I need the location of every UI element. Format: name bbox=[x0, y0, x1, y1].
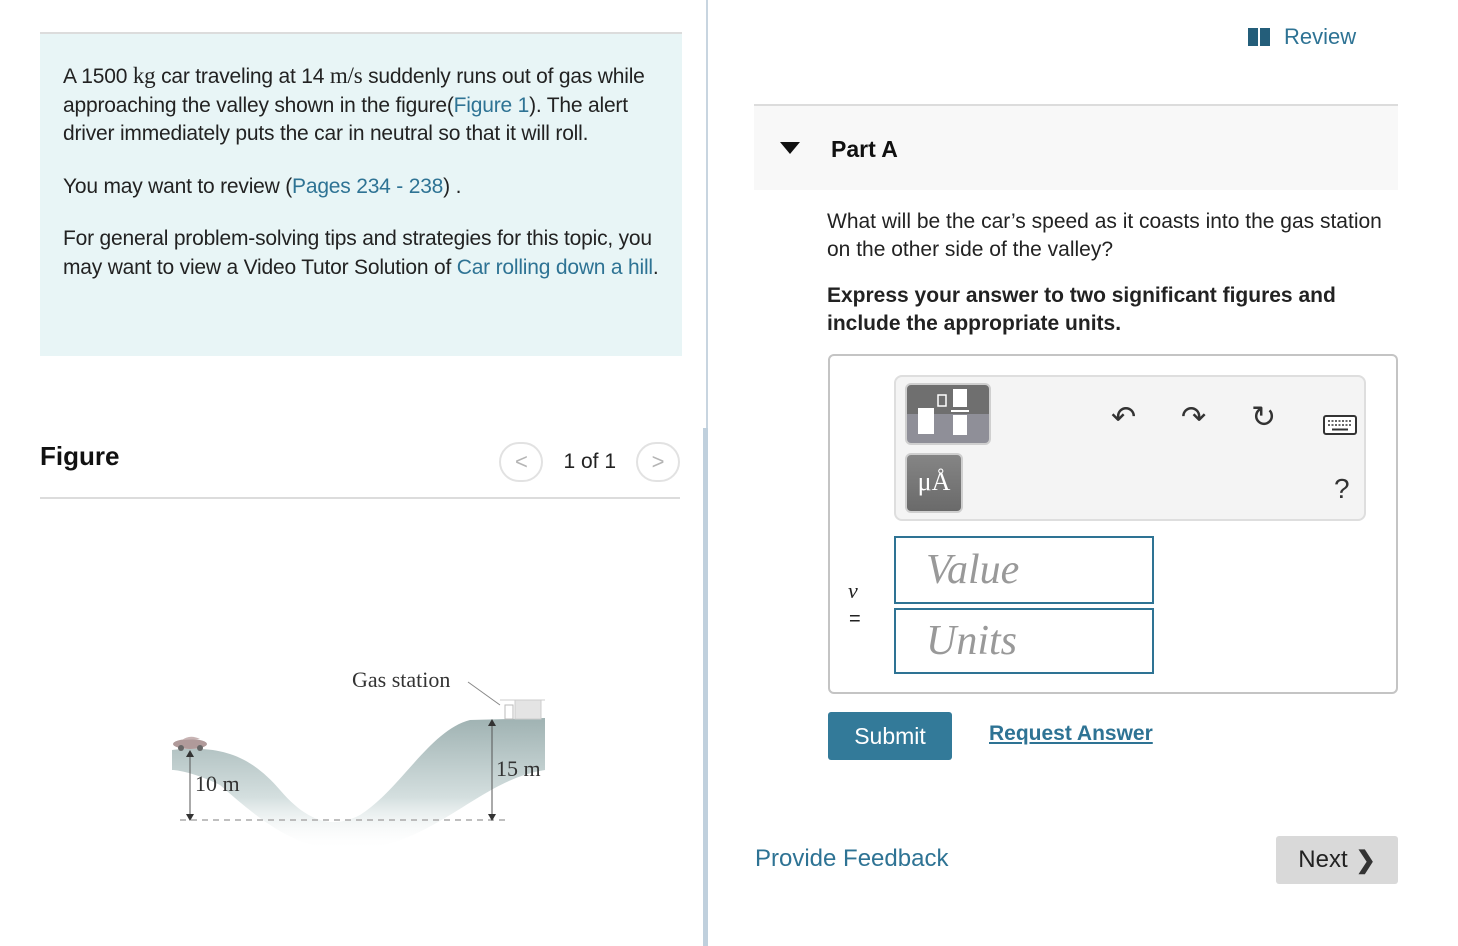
panel-resize-handle[interactable] bbox=[703, 428, 708, 946]
question-text: What will be the car’s speed as it coast… bbox=[827, 210, 1382, 261]
undo-icon[interactable]: ↶ bbox=[1111, 403, 1136, 433]
value-input[interactable] bbox=[894, 536, 1154, 604]
figure-link[interactable]: Figure 1 bbox=[454, 94, 530, 117]
problem-statement: A 1500 kg car traveling at 14 m/s sudden… bbox=[40, 32, 682, 356]
next-figure-button[interactable]: > bbox=[636, 442, 680, 482]
variable-label: v bbox=[848, 578, 858, 603]
figure-title: Figure bbox=[40, 441, 120, 471]
tips-text: For general problem-solving tips and str… bbox=[63, 227, 659, 279]
chevron-left-icon: < bbox=[515, 449, 528, 474]
figure-pager: < 1 of 1 > bbox=[499, 442, 680, 482]
pages-link[interactable]: Pages 234 - 238 bbox=[292, 175, 443, 198]
unit-ms: m/s bbox=[329, 63, 363, 88]
chevron-right-icon: > bbox=[651, 449, 665, 474]
pager-count: 1 of 1 bbox=[563, 450, 616, 473]
instructions-text: Express your answer to two significant f… bbox=[827, 284, 1336, 335]
math-toolbar: μÅ ↶ ↷ ↻ ? bbox=[894, 375, 1366, 521]
left-panel: A 1500 kg car traveling at 14 m/s sudden… bbox=[0, 0, 706, 946]
units-icon: μÅ bbox=[917, 467, 951, 496]
car-icon bbox=[173, 736, 207, 751]
redo-icon[interactable]: ↷ bbox=[1181, 403, 1206, 433]
part-title: Part A bbox=[831, 136, 898, 162]
answer-box: μÅ ↶ ↷ ↻ ? v = bbox=[828, 354, 1398, 694]
equals-sign: = bbox=[849, 608, 861, 630]
next-label: Next bbox=[1298, 846, 1348, 873]
gas-station-icon bbox=[500, 699, 545, 720]
part-a-header[interactable]: Part A bbox=[754, 104, 1398, 190]
unit-kg: kg bbox=[132, 63, 156, 88]
units-button[interactable]: μÅ bbox=[905, 453, 963, 513]
panel-divider bbox=[706, 0, 708, 430]
request-answer-link[interactable]: Request Answer bbox=[989, 722, 1153, 746]
problem-text: A 1500 kg car traveling at 14 m/s sudden… bbox=[63, 63, 645, 145]
units-input[interactable] bbox=[894, 608, 1154, 674]
reset-icon[interactable]: ↻ bbox=[1251, 403, 1276, 433]
left-height-label: 10 m bbox=[195, 771, 240, 796]
review-text: You may want to review (Pages 234 - 238)… bbox=[63, 174, 462, 198]
gas-station-label: Gas station bbox=[352, 667, 450, 692]
templates-icon bbox=[918, 389, 969, 435]
figure-header: Figure < 1 of 1 > bbox=[40, 436, 680, 499]
right-height-label: 15 m bbox=[496, 756, 541, 781]
help-icon[interactable]: ? bbox=[1334, 475, 1350, 503]
caret-down-icon bbox=[780, 142, 800, 154]
submit-button[interactable]: Submit bbox=[828, 712, 952, 760]
templates-button[interactable] bbox=[905, 383, 991, 445]
next-button[interactable]: Next ❯ bbox=[1276, 836, 1398, 884]
chevron-right-icon: ❯ bbox=[1355, 846, 1376, 874]
valley-figure: Gas station 10 m 15 m bbox=[172, 667, 545, 851]
gas-station-pointer bbox=[467, 681, 501, 706]
book-icon bbox=[1248, 28, 1270, 46]
review-link[interactable]: Review bbox=[1248, 24, 1356, 50]
provide-feedback-link[interactable]: Provide Feedback bbox=[755, 845, 948, 873]
keyboard-icon[interactable] bbox=[1323, 415, 1357, 435]
video-tutor-link[interactable]: Car rolling down a hill bbox=[457, 256, 653, 279]
prev-figure-button[interactable]: < bbox=[499, 442, 544, 482]
